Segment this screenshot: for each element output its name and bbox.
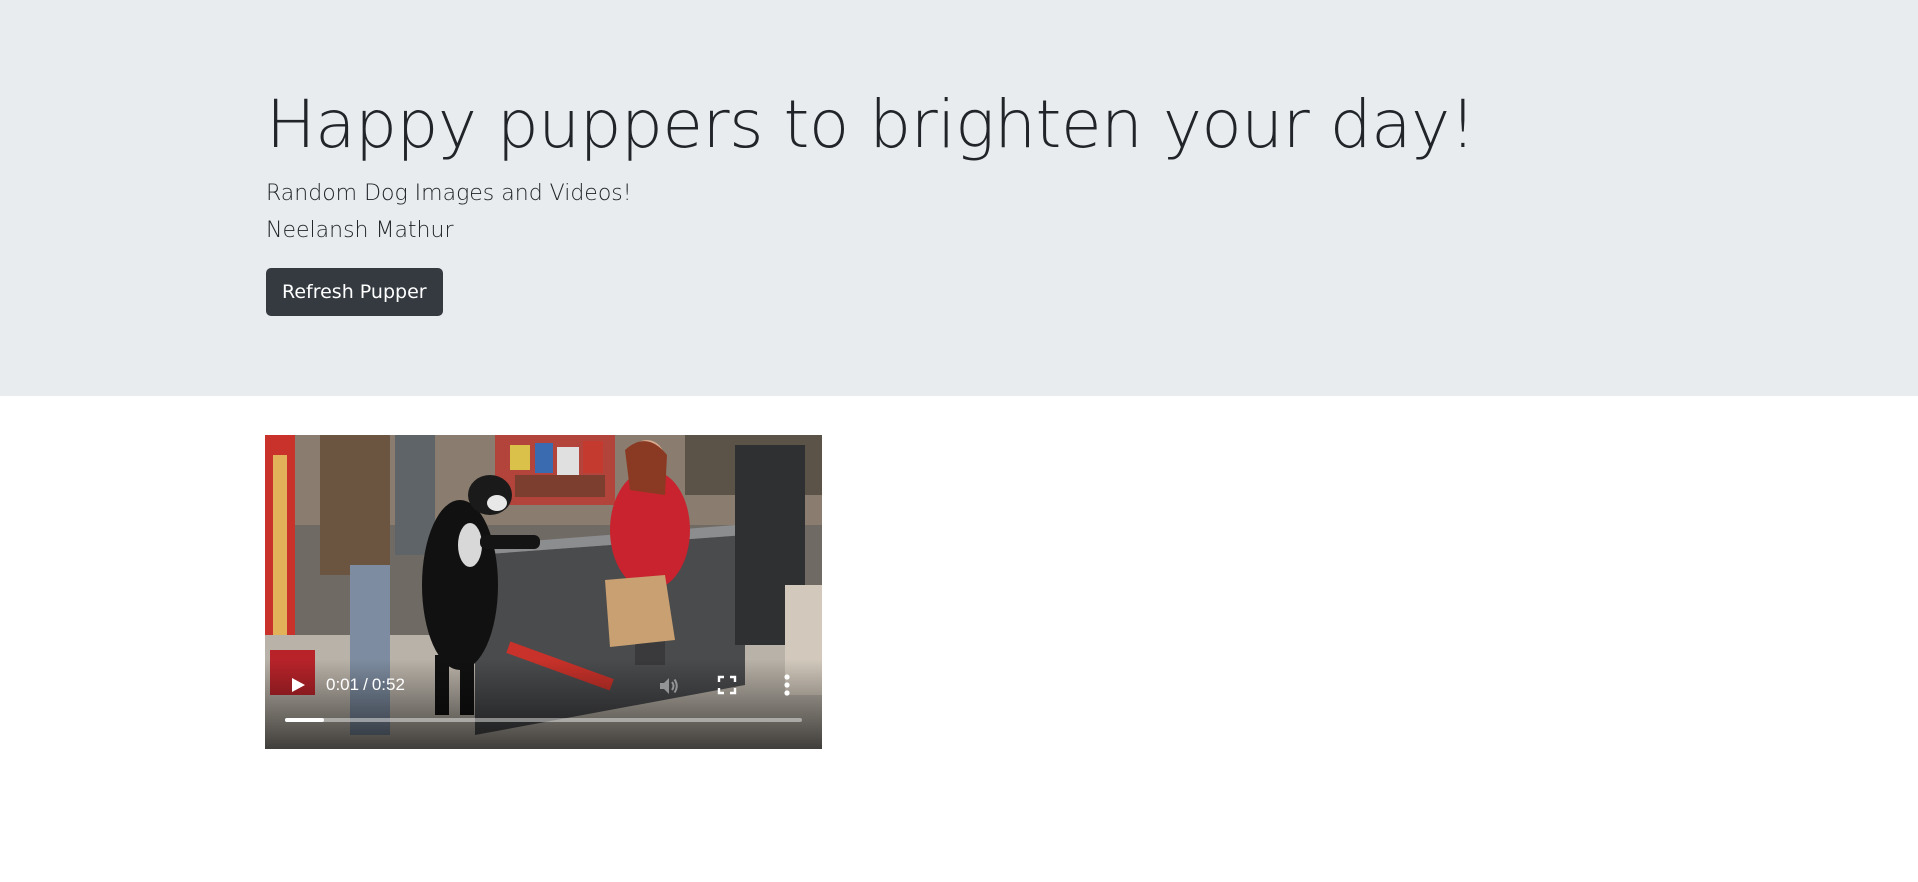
volume-icon[interactable] (657, 674, 681, 698)
dog-video-player[interactable]: 0:01/0:52 (265, 435, 822, 749)
fullscreen-icon[interactable] (717, 675, 737, 695)
page-title: Happy puppers to brighten your day! (266, 86, 1476, 163)
refresh-pupper-button[interactable]: Refresh Pupper (266, 268, 443, 316)
page-subtitle: Random Dog Images and Videos! (266, 181, 632, 206)
video-time-display: 0:01/0:52 (326, 675, 405, 695)
more-options-icon[interactable] (781, 673, 793, 697)
current-time: 0:01 (326, 675, 360, 694)
author-name: Neelansh Mathur (266, 218, 454, 243)
play-icon[interactable] (288, 675, 308, 695)
video-progress-bar[interactable] (285, 718, 802, 722)
duration: 0:52 (371, 675, 405, 694)
video-progress-fill (285, 718, 324, 722)
video-controls-overlay (265, 659, 822, 749)
time-separator: / (363, 675, 368, 694)
